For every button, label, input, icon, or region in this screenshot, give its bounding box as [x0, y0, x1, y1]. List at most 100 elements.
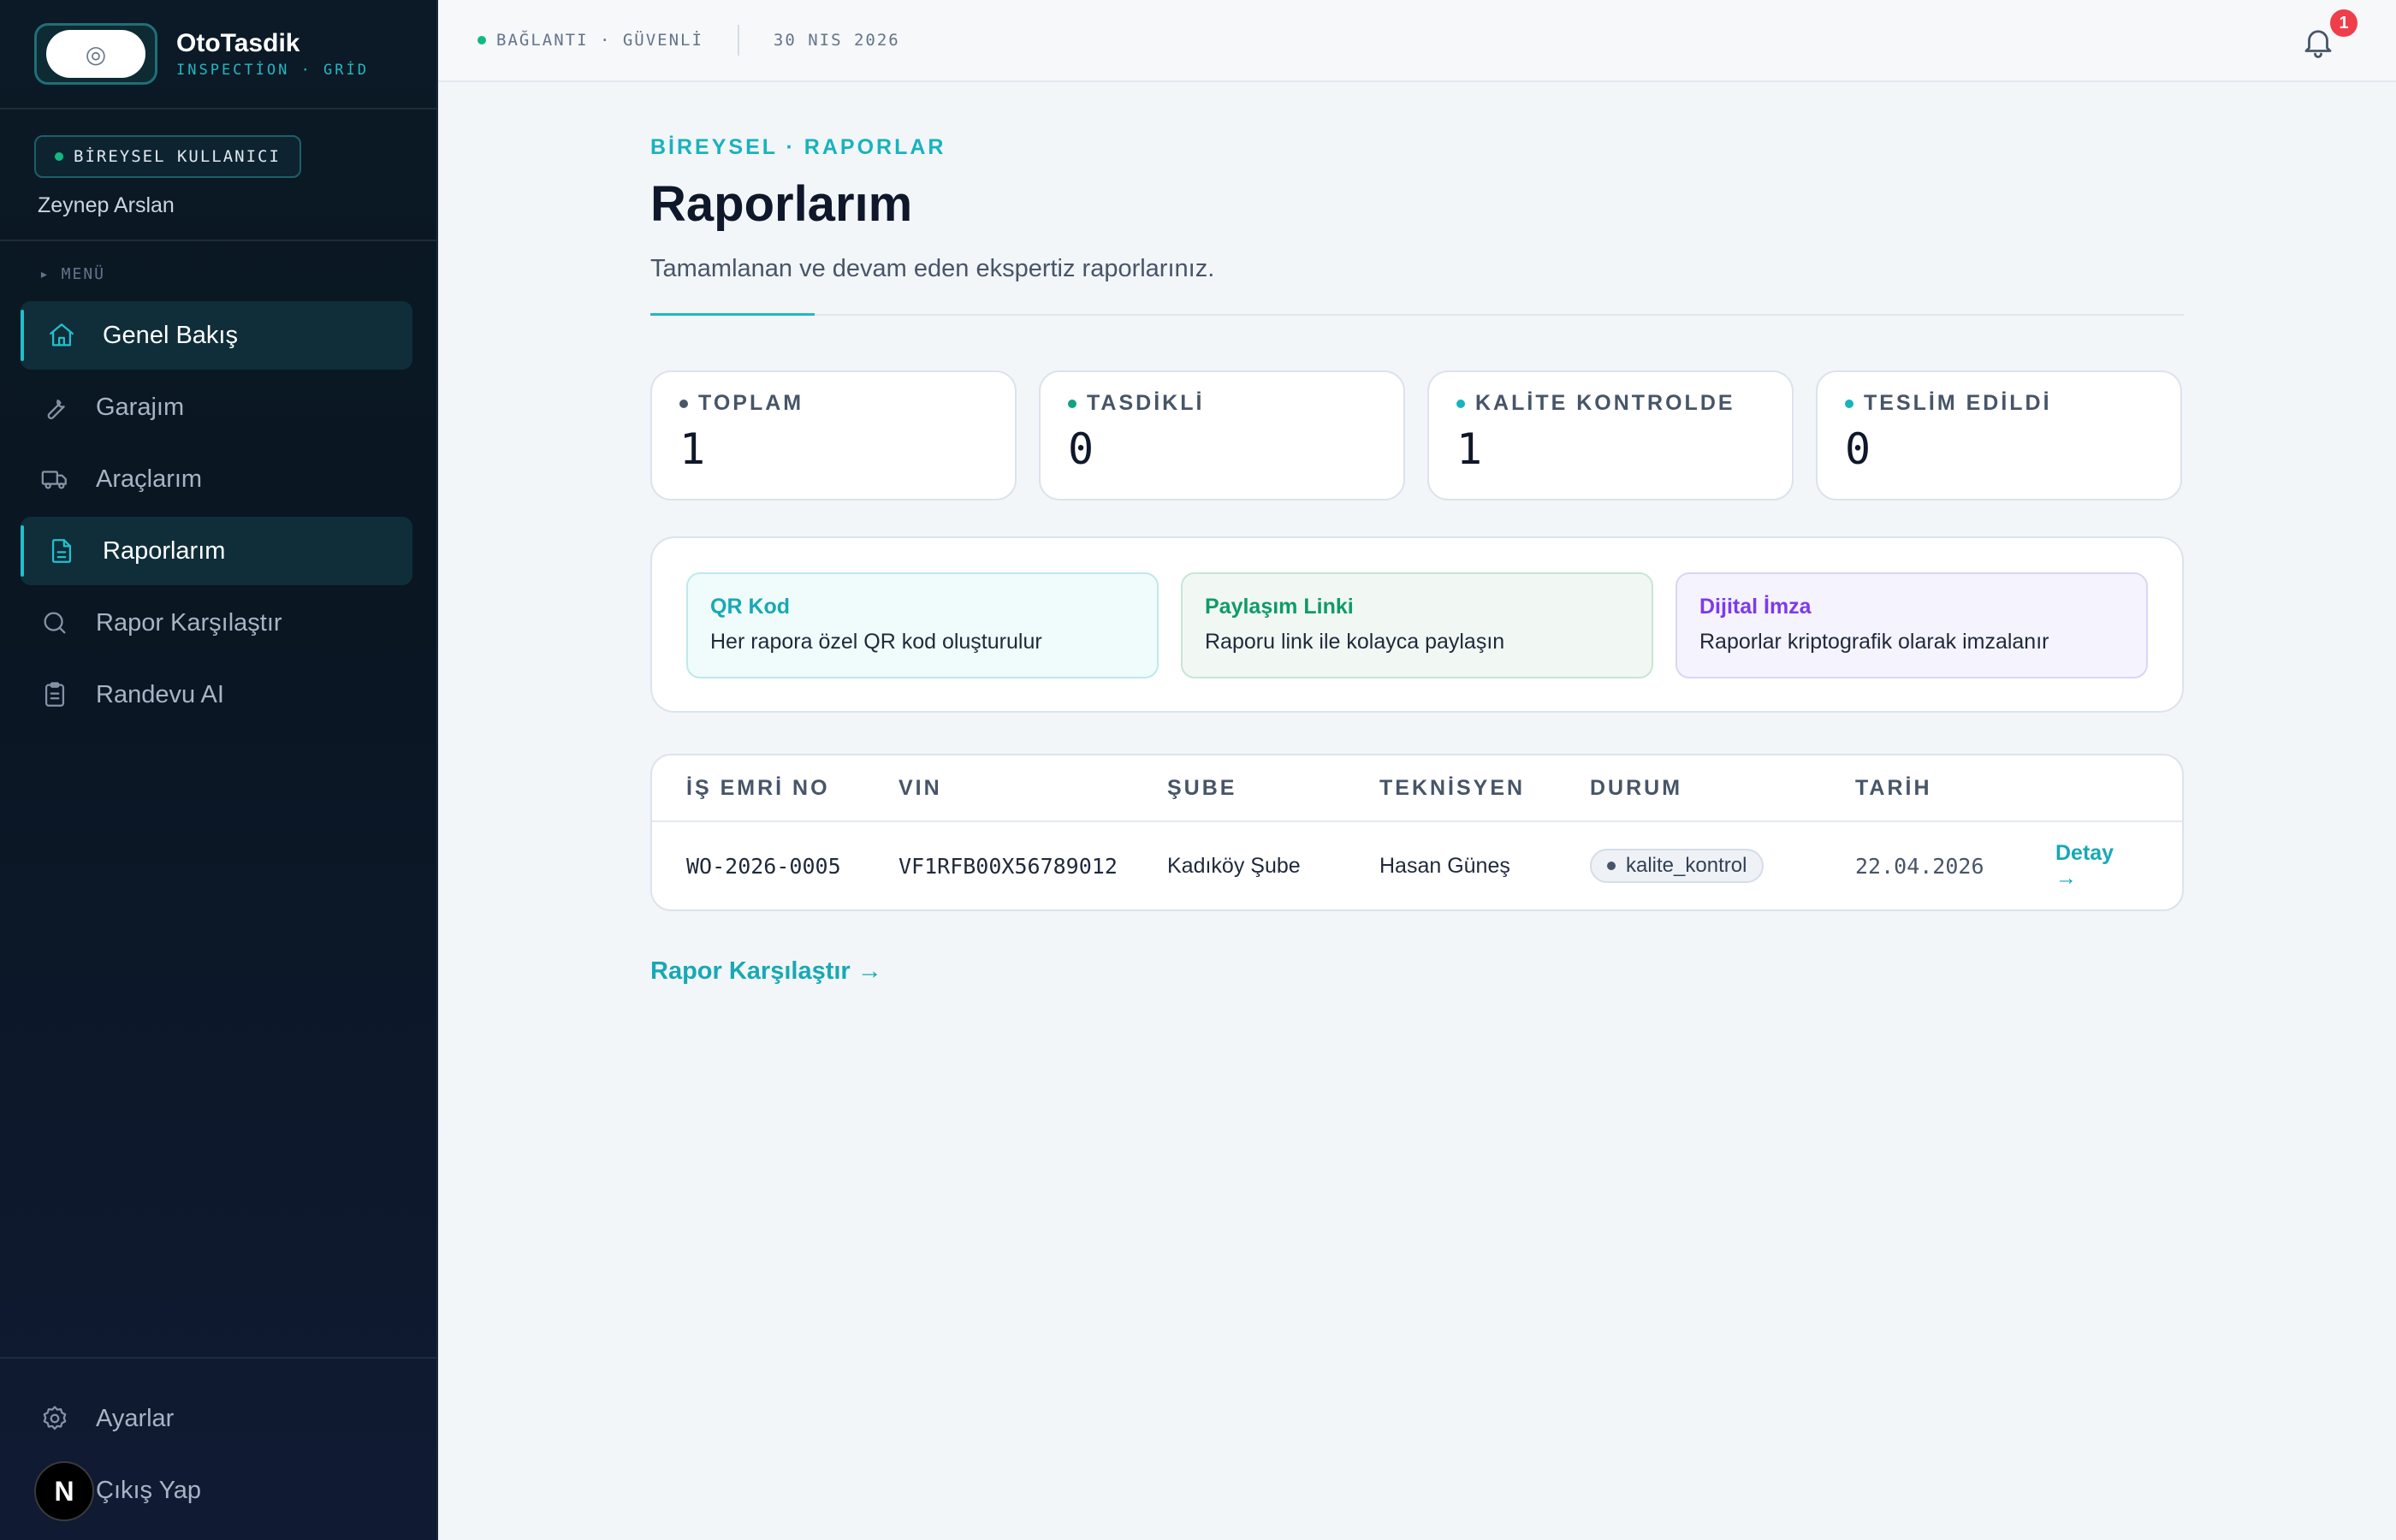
stat-value: 1 — [1456, 424, 1483, 474]
stat-card-teslim-edildi: TESLİM EDİLDİ 0 — [1816, 370, 2182, 500]
connection-dot — [477, 36, 486, 44]
user-role-badge: BİREYSEL KULLANICI — [34, 135, 301, 178]
sidebar-item-label: Araçlarım — [96, 465, 203, 493]
framework-badge[interactable]: N — [34, 1461, 94, 1521]
sidebar-item-raporlarim[interactable]: Raporlarım — [21, 517, 412, 585]
menu-label: ▸ MENÜ — [39, 265, 106, 283]
logo-mark: ◎ — [46, 30, 145, 78]
sidebar-item-label: Çıkış Yap — [96, 1476, 202, 1504]
stat-label-text: TESLİM EDİLDİ — [1864, 391, 2052, 415]
brand-name: OtoTasdik — [176, 29, 300, 57]
truck-icon — [39, 464, 70, 495]
cell-vin: VF1RFB00X56789012 — [898, 853, 1118, 879]
stat-label-text: TASDİKLİ — [1087, 391, 1205, 415]
user-role-label: BİREYSEL KULLANICI — [74, 147, 281, 166]
stat-label: KALİTE KONTROLDE — [1456, 391, 1764, 416]
stats-row: TOPLAM 1 TASDİKLİ 0 KALİTE KONTROLDE 1 T… — [650, 370, 2184, 500]
sidebar-item-garajim[interactable]: Garajım — [21, 373, 412, 441]
stat-label: TASDİKLİ — [1068, 391, 1376, 416]
cell-date: 22.04.2026 — [1855, 853, 1984, 879]
stat-label: TESLİM EDİLDİ — [1845, 391, 2153, 416]
stat-label: TOPLAM — [679, 391, 987, 416]
sidebar-item-label: Raporlarım — [103, 536, 226, 565]
stat-dot — [1068, 399, 1076, 408]
sidebar-item-label: Randevu AI — [96, 680, 224, 708]
cell-action: Detay → — [2055, 841, 2141, 891]
sidebar-item-ayarlar[interactable]: Ayarlar — [21, 1384, 412, 1453]
cell-order-no: WO-2026-0005 — [686, 853, 841, 879]
cell-status: kalite_kontrol — [1590, 849, 1855, 883]
stat-card-toplam: TOPLAM 1 — [650, 370, 1017, 500]
detail-link[interactable]: Detay → — [2055, 841, 2114, 890]
column-header-technician: TEKNİSYEN — [1379, 775, 1526, 800]
main-content: BİREYSEL · RAPORLAR Raporlarım Tamamlana… — [650, 82, 2184, 986]
compare-reports-link[interactable]: Rapor Karşılaştır → — [650, 957, 882, 986]
clipboard-icon — [39, 679, 70, 710]
reports-table: İŞ EMRİ NO VIN ŞUBE TEKNİSYEN DURUM TARİ… — [650, 754, 2184, 911]
table-header: İŞ EMRİ NO VIN ŞUBE TEKNİSYEN DURUM TARİ… — [652, 755, 2182, 822]
feature-card-qr-kod: QR Kod Her rapora özel QR kod oluşturulu… — [686, 572, 1159, 678]
feature-description: Raporu link ile kolayca paylaşın — [1205, 630, 1505, 654]
feature-title: Dijital İmza — [1699, 595, 1812, 619]
stat-dot — [679, 399, 688, 408]
column-header-order: İŞ EMRİ NO — [686, 775, 830, 800]
column-header-branch: ŞUBE — [1167, 775, 1237, 800]
stat-card-tasdikli: TASDİKLİ 0 — [1039, 370, 1405, 500]
sidebar-item-label: Ayarlar — [96, 1404, 175, 1432]
column-header-status: DURUM — [1590, 775, 1683, 800]
sidebar-item-label: Garajım — [96, 393, 185, 421]
stat-label-text: KALİTE KONTROLDE — [1475, 391, 1735, 415]
title-divider — [650, 313, 2184, 316]
status-dot — [1607, 862, 1616, 870]
gear-icon — [39, 1403, 70, 1434]
stat-value: 1 — [679, 424, 706, 474]
cell-technician: Hasan Güneş — [1379, 853, 1510, 878]
topbar-divider — [737, 25, 739, 56]
logo[interactable]: ◎ — [34, 23, 157, 85]
feature-description: Her rapora özel QR kod oluşturulur — [710, 630, 1042, 654]
user-area: BİREYSEL KULLANICI Zeynep Arslan — [0, 110, 436, 241]
sidebar-item-genel-bakis[interactable]: Genel Bakış — [21, 301, 412, 370]
sidebar-nav: Genel Bakış Garajım Araçlarım Raporlarım… — [0, 301, 436, 729]
feature-description: Raporlar kriptografik olarak imzalanır — [1699, 630, 2049, 654]
logo-glyph: ◎ — [85, 40, 107, 68]
cell-branch: Kadıköy Şube — [1167, 853, 1301, 878]
stat-card-kalite-kontrolde: KALİTE KONTROLDE 1 — [1427, 370, 1794, 500]
stat-dot — [1845, 399, 1853, 408]
connection-status: BAĞLANTI · GÜVENLİ — [477, 31, 703, 50]
brand-header: ◎ OtoTasdik INSPECTİON · GRİD — [0, 0, 436, 110]
breadcrumb: BİREYSEL · RAPORLAR — [650, 135, 946, 159]
sidebar-item-label: Genel Bakış — [103, 321, 238, 349]
brand-subtitle: INSPECTİON · GRİD — [176, 62, 369, 79]
status-badge: kalite_kontrol — [1590, 849, 1764, 883]
features-panel: QR Kod Her rapora özel QR kod oluşturulu… — [650, 536, 2184, 713]
sidebar-footer: Ayarlar Çıkış Yap N — [0, 1357, 436, 1540]
feature-card-paylasim-linki: Paylaşım Linki Raporu link ile kolayca p… — [1181, 572, 1653, 678]
connection-label: BAĞLANTI · GÜVENLİ — [496, 31, 703, 50]
stat-value: 0 — [1068, 424, 1094, 474]
stat-label-text: TOPLAM — [698, 391, 804, 415]
page-title: Raporlarım — [650, 176, 913, 232]
brand-text: OtoTasdik INSPECTİON · GRİD — [176, 29, 369, 79]
column-header-vin: VIN — [898, 775, 942, 800]
feature-title: QR Kod — [710, 595, 791, 619]
feature-title: Paylaşım Linki — [1205, 595, 1354, 619]
document-icon — [46, 536, 77, 566]
column-header-date: TARİH — [1855, 775, 1932, 800]
sidebar-item-randevu-ai[interactable]: Randevu AI — [21, 660, 412, 729]
user-name: Zeynep Arslan — [38, 193, 175, 217]
wrench-icon — [39, 392, 70, 423]
table-row[interactable]: WO-2026-0005 VF1RFB00X56789012 Kadıköy Ş… — [652, 822, 2182, 909]
status-dot — [55, 152, 63, 161]
notification-count-badge: 1 — [2328, 7, 2360, 39]
sidebar-item-rapor-karsilastir[interactable]: Rapor Karşılaştır — [21, 589, 412, 657]
search-icon — [39, 607, 70, 638]
stat-value: 0 — [1845, 424, 1871, 474]
stat-dot — [1456, 399, 1465, 408]
page-subtitle: Tamamlanan ve devam eden ekspertiz rapor… — [650, 255, 1215, 282]
status-text: kalite_kontrol — [1626, 854, 1747, 877]
sidebar-item-araclarim[interactable]: Araçlarım — [21, 445, 412, 513]
top-bar: BAĞLANTI · GÜVENLİ 30 NIS 2026 1 — [438, 0, 2396, 82]
sidebar-item-label: Rapor Karşılaştır — [96, 608, 282, 637]
sidebar: ◎ OtoTasdik INSPECTİON · GRİD BİREYSEL K… — [0, 0, 438, 1540]
